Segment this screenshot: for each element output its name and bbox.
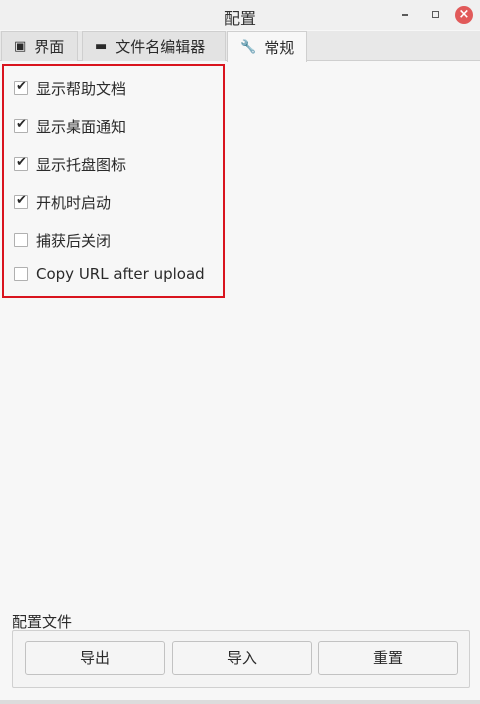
option-copy-url[interactable]: Copy URL after upload (14, 263, 205, 285)
option-label: 显示帮助文档 (36, 79, 127, 98)
checkbox[interactable] (14, 193, 28, 209)
tab-label: 界面 (34, 38, 65, 56)
general-options-group: 显示帮助文档 显示桌面通知 显示托盘图标 开机时启动 捕获后关闭 Copy UR… (2, 64, 225, 298)
option-label: Copy URL after upload (36, 265, 205, 283)
tab-label: 常规 (264, 38, 295, 57)
config-file-label: 配置文件 (12, 613, 73, 631)
title-bar: 配置 × (0, 0, 480, 30)
tab-general[interactable]: 🔧 常规 (227, 31, 307, 62)
checkbox[interactable] (14, 155, 28, 171)
option-label: 显示桌面通知 (36, 117, 127, 136)
import-button[interactable]: 导入 (172, 641, 312, 675)
export-button[interactable]: 导出 (25, 641, 165, 675)
tab-bar: ▣ 界面 ▬ 文件名编辑器 🔧 常规 (0, 31, 480, 62)
tab-filename-editor[interactable]: ▬ 文件名编辑器 (82, 31, 226, 61)
checkbox[interactable] (14, 233, 28, 247)
panel-icon: ▣ (14, 39, 27, 54)
option-autostart[interactable]: 开机时启动 (14, 191, 111, 213)
wrench-icon: 🔧 (240, 39, 257, 55)
close-button[interactable]: × (455, 6, 473, 24)
option-close-after-capture[interactable]: 捕获后关闭 (14, 229, 111, 251)
tab-interface[interactable]: ▣ 界面 (1, 31, 78, 61)
close-icon: × (458, 7, 470, 22)
minimize-button[interactable] (396, 6, 414, 24)
option-desktop-notify[interactable]: 显示桌面通知 (14, 115, 126, 137)
option-tray-icon[interactable]: 显示托盘图标 (14, 153, 126, 175)
option-label: 捕获后关闭 (36, 231, 112, 250)
window-bottom-edge (0, 700, 480, 704)
checkbox[interactable] (14, 79, 28, 95)
checkbox[interactable] (14, 117, 28, 133)
option-show-help[interactable]: 显示帮助文档 (14, 77, 126, 99)
text-edit-icon: ▬ (95, 39, 108, 54)
checkbox[interactable] (14, 267, 28, 281)
option-label: 开机时启动 (36, 193, 112, 212)
tab-label: 文件名编辑器 (115, 38, 206, 56)
option-label: 显示托盘图标 (36, 155, 127, 174)
maximize-button[interactable] (426, 6, 444, 24)
reset-button[interactable]: 重置 (318, 641, 458, 675)
